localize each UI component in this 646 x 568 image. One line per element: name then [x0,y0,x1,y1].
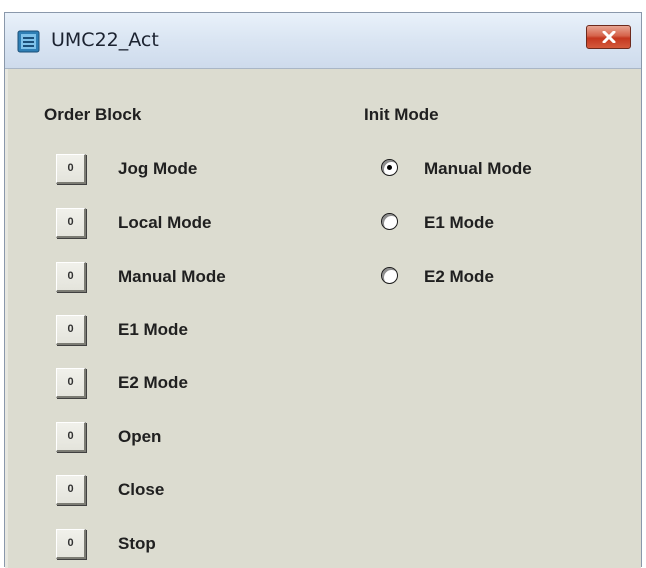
order-row-open: 0 Open [56,422,316,452]
order-row-jog-mode: 0 Jog Mode [56,154,316,184]
e1-mode-label: E1 Mode [118,320,188,339]
radio-label-manual-mode: Manual Mode [424,159,532,178]
init-mode-radio-e1[interactable]: E1 Mode [378,211,618,235]
open-label: Open [118,427,162,446]
close-order-button[interactable]: 0 [56,475,86,505]
local-mode-label: Local Mode [118,213,212,232]
init-mode-radio-manual[interactable]: Manual Mode [378,157,618,181]
app-icon [17,30,40,53]
dialog-window: UMC22_Act Order Block Init Mode 0 Jog Mo… [4,12,642,568]
window-title: UMC22_Act [51,29,159,51]
init-mode-heading: Init Mode [364,105,439,124]
radio-selected-dot [387,165,392,170]
open-button[interactable]: 0 [56,422,86,452]
order-row-e2-mode: 0 E2 Mode [56,368,316,398]
stop-label: Stop [118,534,156,553]
dialog-content: Order Block Init Mode 0 Jog Mode 0 Local… [5,69,641,568]
jog-mode-label: Jog Mode [118,159,198,178]
init-mode-radio-e2[interactable]: E2 Mode [378,265,618,289]
e2-mode-label: E2 Mode [118,373,188,392]
radio-label-e2-mode: E2 Mode [424,267,494,286]
radio-button[interactable] [381,267,398,284]
order-row-close: 0 Close [56,475,316,505]
e2-mode-button[interactable]: 0 [56,368,86,398]
close-label: Close [118,480,165,499]
local-mode-button[interactable]: 0 [56,208,86,238]
close-button[interactable] [586,25,631,49]
jog-mode-button[interactable]: 0 [56,154,86,184]
order-row-stop: 0 Stop [56,529,316,559]
title-bar[interactable]: UMC22_Act [5,13,641,69]
order-row-manual-mode: 0 Manual Mode [56,262,316,292]
radio-button[interactable] [381,159,398,176]
radio-button[interactable] [381,213,398,230]
e1-mode-button[interactable]: 0 [56,315,86,345]
close-icon [602,31,616,43]
manual-mode-button[interactable]: 0 [56,262,86,292]
stop-button[interactable]: 0 [56,529,86,559]
radio-label-e1-mode: E1 Mode [424,213,494,232]
order-row-local-mode: 0 Local Mode [56,208,316,238]
manual-mode-label: Manual Mode [118,267,226,286]
order-block-heading: Order Block [44,105,142,124]
order-row-e1-mode: 0 E1 Mode [56,315,316,345]
